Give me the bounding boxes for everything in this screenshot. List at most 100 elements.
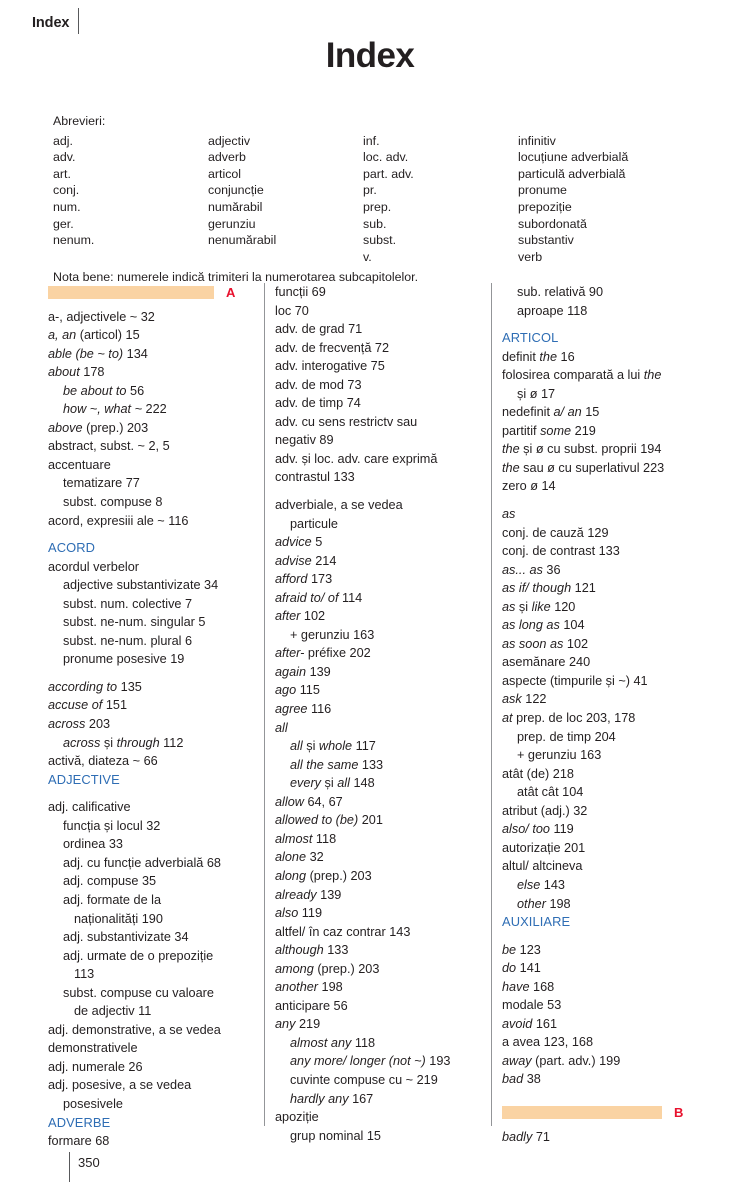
index-column-3-entries-b: badly 71 <box>502 1128 708 1147</box>
index-entry: all the same 133 <box>275 756 481 775</box>
index-entry-detail: partitif <box>502 423 541 438</box>
index-entry-term: whole <box>318 739 353 754</box>
index-entry: able (be ~ to) 134 <box>48 345 254 364</box>
index-entry-term: although <box>275 943 324 958</box>
abbreviation-value: adjectiv <box>208 133 251 148</box>
index-column-1-entries: a-, adjectivele ~ 32 a, an (articol) 15 ab… <box>48 308 254 1151</box>
index-entry: have 168 <box>502 978 708 997</box>
entry-group-spacer <box>48 789 254 798</box>
index-entry: adj. calificative <box>48 800 131 815</box>
index-entry-term: already <box>275 887 317 902</box>
abbreviation-key: part. adv. <box>363 166 414 181</box>
index-entry: as... as 36 <box>502 561 708 580</box>
index-entry-detail: (part. adv.) 199 <box>531 1053 621 1068</box>
index-entry: activă, diateza ~ 66 <box>48 754 158 769</box>
index-entry-detail: 102 <box>300 609 326 624</box>
index-entry-term: as if/ though <box>502 581 572 596</box>
index-entry-detail: 119 <box>298 906 323 921</box>
index-entry: conj. de cauză 129 <box>502 525 609 540</box>
index-entry-detail: 102 <box>563 636 589 651</box>
index-entry: as long as 104 <box>502 616 708 635</box>
index-entry-detail: 148 <box>349 776 375 791</box>
column-divider <box>491 283 492 1126</box>
index-entry: ordinea 33 <box>63 837 123 852</box>
index-section-heading: AUXILIARE <box>502 914 571 930</box>
index-entry-detail: 193 <box>425 1054 451 1069</box>
index-entry: advice 5 <box>275 533 481 552</box>
index-entry-term: also <box>275 906 299 921</box>
abbreviation-value <box>208 249 363 266</box>
abbreviation-key: conj. <box>53 183 80 198</box>
index-entry-term: another <box>275 980 319 995</box>
index-entry-detail: 16 <box>557 349 575 364</box>
index-entry-detail: 133 <box>323 943 349 958</box>
index-entry: asemănare 240 <box>502 655 591 670</box>
index-entry: all <box>275 719 481 738</box>
index-column-3-entries: sub. relativă 90 aproape 118 ARTICOL defini… <box>502 283 708 1089</box>
index-entry-detail: 5 <box>311 535 323 550</box>
index-entry-detail: 117 <box>352 739 376 754</box>
index-entry-term: all <box>275 720 288 735</box>
page-footer: 350 <box>69 1152 100 1182</box>
index-entry: + gerunziu 163 <box>290 627 375 642</box>
index-entry: hardly any 167 <box>275 1090 481 1109</box>
index-entry: adj. posesive, a se vedea <box>48 1078 192 1093</box>
index-entry-detail: 122 <box>521 692 547 707</box>
index-column-3: sub. relativă 90 aproape 118 ARTICOL defini… <box>502 283 708 1144</box>
index-entry: adv. de grad 71 <box>275 322 363 337</box>
index-entry-term: after <box>275 609 301 624</box>
index-entry: every și all 148 <box>275 774 481 793</box>
index-section-heading: ACORD <box>48 540 96 556</box>
index-entry-term: advise <box>275 553 312 568</box>
index-entry: folosirea comparată a lui the <box>502 366 708 385</box>
index-entry-term: as <box>502 507 516 522</box>
index-entry: altul/ altcineva <box>502 859 583 874</box>
index-entry-detail: și <box>302 739 319 754</box>
index-entry-term: alone <box>275 850 307 865</box>
index-entry: naționalități 190 <box>74 911 163 926</box>
index-section-heading: ADVERBE <box>48 1114 111 1130</box>
index-entry: negativ 89 <box>275 433 334 448</box>
index-entry-term: almost any <box>290 1035 352 1050</box>
index-entry: almost any 118 <box>275 1034 481 1053</box>
index-entry-detail: 120 <box>550 599 576 614</box>
index-entry-term: how ~, what ~ <box>63 402 142 417</box>
index-entry: away (part. adv.) 199 <box>502 1052 708 1071</box>
letter-bar <box>48 285 214 299</box>
index-entry: funcții 69 <box>275 285 326 299</box>
index-entry-detail: 219 <box>571 423 596 438</box>
index-entry: badly 71 <box>502 1128 708 1147</box>
index-entry-term: as <box>502 599 516 614</box>
index-entry-detail: 141 <box>516 961 541 976</box>
index-entry: tematizare 77 <box>63 476 140 491</box>
index-entry-detail: 112 <box>159 735 184 750</box>
index-entry-detail: 219 <box>295 1017 321 1032</box>
abbreviations-grid: adj. adjectiv inf. infinitiv adv. adverb… <box>53 133 703 266</box>
entry-group-spacer <box>502 320 708 329</box>
letter-marker-a: A <box>48 283 254 302</box>
index-entry: already 139 <box>275 886 481 905</box>
index-entry: the sau ø cu superlativul 223 <box>502 459 708 478</box>
index-entry-detail: 116 <box>307 702 332 717</box>
letter-bar <box>502 1105 662 1119</box>
letter-label: A <box>226 284 236 300</box>
index-entry-term: the <box>643 368 662 383</box>
abbreviation-value: infinitiv <box>518 133 556 148</box>
index-entry-term: any <box>275 1017 296 1032</box>
index-entry: cuvinte compuse cu ~ 219 <box>290 1072 438 1087</box>
index-entry-term: the <box>539 349 558 364</box>
index-entry: sub. relativă 90 <box>517 285 604 299</box>
index-entry: any more/ longer (not ~) 193 <box>275 1052 481 1071</box>
index-entry: adv. de timp 74 <box>275 396 361 411</box>
index-entry: a-, adjectivele ~ 32 <box>48 309 155 324</box>
index-entry: adj. formate de la <box>63 892 162 907</box>
index-entry: a, an (articol) 15 <box>48 326 254 345</box>
index-entry-detail: 118 <box>351 1035 376 1050</box>
index-entry: afraid to/ of 114 <box>275 589 481 608</box>
index-entry: 113 <box>74 967 95 982</box>
abbreviation-key: pr. <box>363 183 377 198</box>
index-column-1: A a-, adjectivele ~ 32 a, an (articol) 15… <box>48 283 254 1148</box>
index-entry: as <box>502 505 708 524</box>
index-entry: along (prep.) 203 <box>275 867 481 886</box>
index-entry: adj. demonstrative, a se vedea <box>48 1022 221 1037</box>
